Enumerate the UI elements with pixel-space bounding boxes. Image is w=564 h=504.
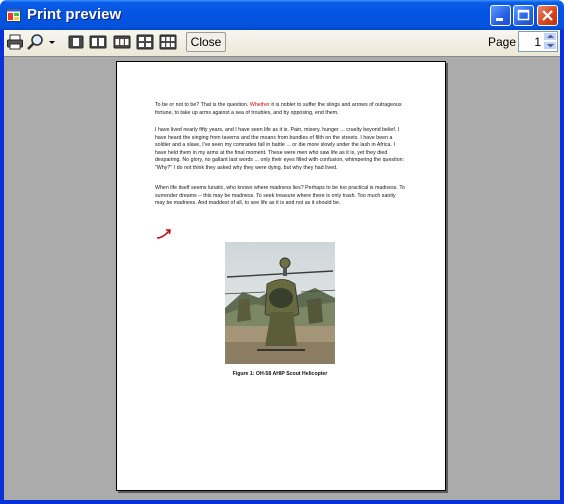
two-pages-icon[interactable] [89, 33, 107, 51]
client-area: Close Page 1 To be or not to be? That is… [4, 30, 560, 500]
minimize-button[interactable] [490, 5, 511, 26]
title-bar[interactable]: Print preview [0, 0, 564, 30]
four-pages-icon[interactable] [136, 33, 154, 51]
paragraph-1: To be or not to be? That is the question… [155, 102, 407, 117]
close-icon [542, 10, 553, 21]
zoom-icon[interactable] [26, 33, 48, 51]
helicopter-photo [225, 242, 335, 364]
maximize-icon [517, 9, 530, 21]
page-label: Page [488, 35, 517, 49]
minimize-icon [496, 18, 503, 21]
six-pages-icon[interactable] [159, 33, 177, 51]
stepper-down-button[interactable] [543, 41, 557, 50]
toolbar: Close Page 1 [4, 30, 560, 54]
paragraph-2: I have lived nearly fifty years, and I h… [155, 127, 405, 171]
maximize-button[interactable] [513, 5, 534, 26]
one-page-icon[interactable] [67, 33, 85, 51]
preview-page: To be or not to be? That is the question… [116, 61, 446, 491]
chevron-down-small-icon [546, 44, 554, 48]
paragraph-1-text-a: To be or not to be? That is the question… [155, 102, 250, 108]
page-number-value[interactable]: 1 [534, 35, 541, 49]
red-arrow-icon [156, 229, 171, 239]
printer-icon[interactable] [6, 33, 24, 51]
preview-area[interactable]: To be or not to be? That is the question… [4, 56, 560, 500]
figure-caption: Figure 1: OH-58 AHIP Scout Helicopter [232, 371, 328, 377]
close-window-button[interactable] [537, 5, 558, 26]
close-button[interactable]: Close [186, 32, 226, 52]
app-icon [6, 8, 21, 22]
paragraph-3: When life itself seems lunatic, who know… [155, 185, 405, 207]
chevron-up-icon [546, 34, 554, 38]
chevron-down-icon[interactable] [48, 33, 56, 51]
three-pages-icon[interactable] [113, 33, 131, 51]
print-preview-window: Print preview Close Page 1 To be or not … [0, 0, 564, 504]
stepper-arrows [543, 32, 557, 51]
paragraph-1-highlight: Whether [249, 102, 270, 108]
page-number-stepper[interactable]: 1 [518, 31, 558, 52]
stepper-up-button[interactable] [543, 32, 557, 41]
window-title: Print preview [27, 6, 122, 23]
